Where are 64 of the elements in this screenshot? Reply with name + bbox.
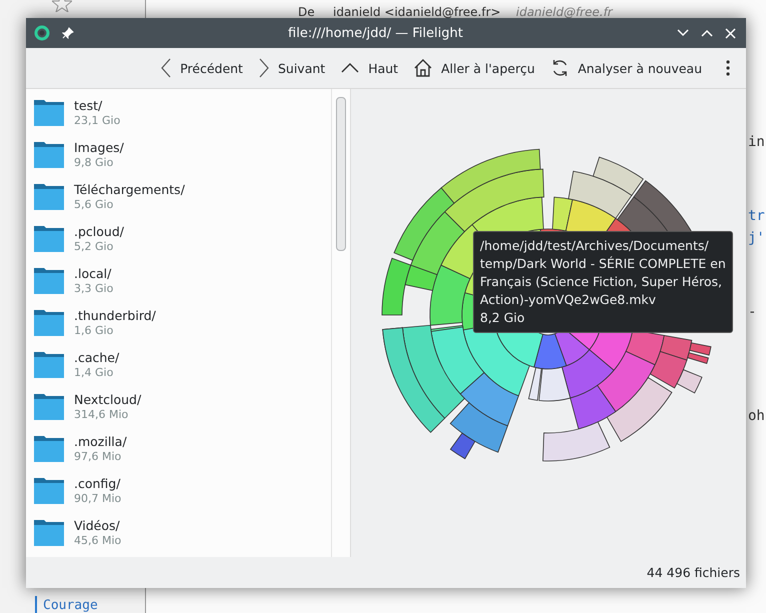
folder-icon [34,268,64,294]
toolbar-button[interactable]: Analyser à nouveau [544,55,708,81]
toolbar-button[interactable]: Suivant [252,54,332,82]
folder-name[interactable]: .mozilla/ [74,434,127,450]
folder-name[interactable]: Téléchargements/ [74,182,185,198]
folder-size: 9,8 Gio [74,156,114,170]
folder-size: 314,6 Mio [74,408,130,422]
pin-icon[interactable] [62,27,74,39]
code-text: tr [748,207,765,226]
file-count: 44 496 fichiers [646,565,740,580]
file-path: /home/jdd/test/Archives/Documents/ temp/Dark World - SÉRIE COMPLETE en Français (Science Fiction, Super Héros, Action)-yomVQe2wGe8.mkv [480,237,726,309]
folder-name[interactable]: Images/ [74,140,124,156]
sender-name: idanield <idanield@free.fr> [333,5,501,19]
folder-name[interactable]: Vidéos/ [74,518,122,534]
folder-size: 5,6 Gio [74,198,114,212]
folder-icon [34,310,64,336]
folder-name[interactable]: test/ [74,98,120,114]
maximize-icon[interactable] [701,29,713,37]
chevron-left-icon [161,58,172,78]
folder-size: 23,1 Gio [74,114,120,128]
app-icon [34,25,50,41]
file-size: 8,2 Gio [480,309,526,327]
folder-name[interactable]: .local/ [74,266,114,282]
folder-name[interactable]: Nextcloud/ [74,392,142,408]
from-label: De [298,5,315,19]
folder-icon [34,142,64,168]
folder-icon [34,520,64,546]
folder-icon [34,478,64,504]
folder-size: 1,6 Gio [74,324,114,338]
minimize-icon[interactable] [677,29,689,37]
code-text: j' [748,229,765,248]
toolbar-button[interactable]: Aller à l'aperçu [408,55,541,81]
refresh-icon [550,59,569,77]
close-icon[interactable] [725,28,736,38]
folder-size: 45,6 Mio [74,534,122,548]
folder-size: 1,4 Gio [74,366,114,380]
sender-address: idanield@free.fr [516,5,612,19]
toolbar-button[interactable]: Précédent [155,54,249,82]
folder-name[interactable]: .cache/ [74,350,120,366]
scrollbar-thumb[interactable] [336,97,346,251]
folder-icon [34,394,64,420]
folder-size: 97,6 Mio [74,450,122,464]
window-title: file:///home/jdd/ — Filelight [287,26,464,40]
chevron-right-icon [258,58,269,78]
folder-size: 5,2 Gio [74,240,114,254]
folder-icon [34,100,64,126]
code-text: oh [748,407,765,426]
star-icon[interactable] [52,0,72,12]
code-text: in [748,133,765,152]
chevron-up-icon [341,63,360,73]
folder-icon [34,184,64,210]
folder-size: 90,7 Mio [74,492,122,506]
folder-name[interactable]: .thunderbird/ [74,308,156,324]
toolbar-button[interactable]: Haut [335,56,404,80]
code-text: - [748,303,758,322]
more-icon[interactable] [726,60,730,76]
sidebar-item[interactable]: Courage [35,596,98,613]
folder-name[interactable]: .pcloud/ [74,224,124,240]
folder-size: 3,3 Gio [74,282,114,296]
folder-name[interactable]: .config/ [74,476,122,492]
home-icon [414,59,432,77]
folder-icon [34,352,64,378]
folder-icon [34,436,64,462]
folder-icon [34,226,64,252]
